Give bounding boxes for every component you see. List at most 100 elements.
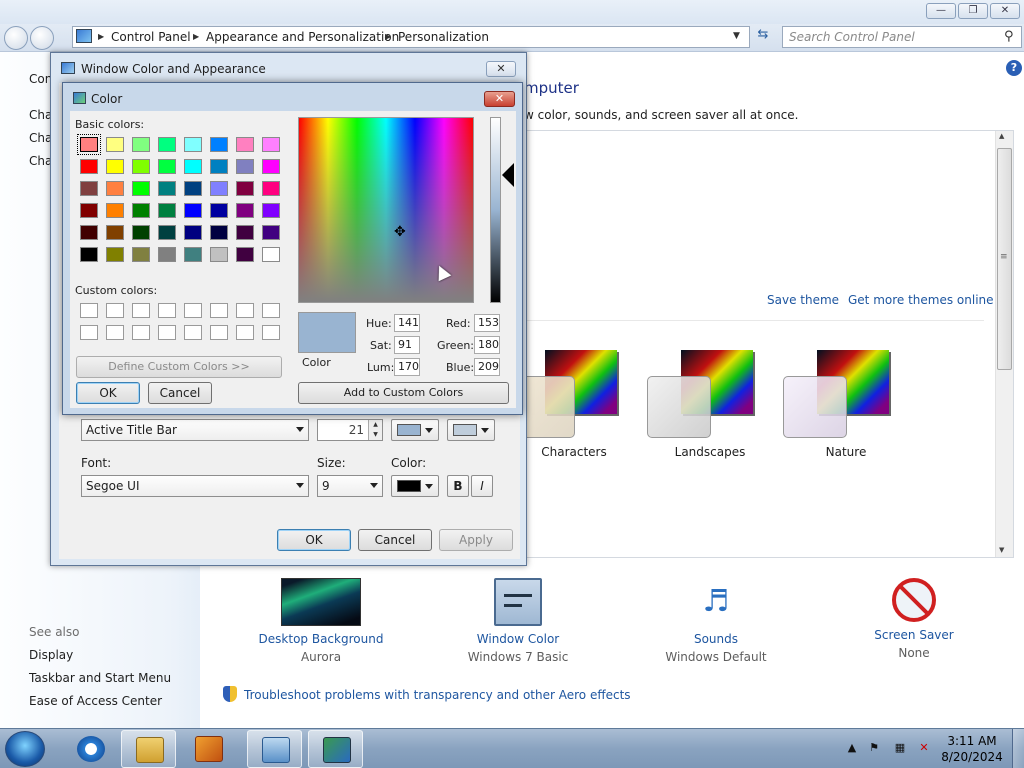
cancel-button[interactable]: Cancel xyxy=(358,529,432,551)
taskbar-clock[interactable]: 3:11 AM 8/20/2024 xyxy=(937,733,1007,765)
theme-landscapes-label[interactable]: Landscapes xyxy=(650,445,770,459)
basic-color-swatch[interactable] xyxy=(158,137,176,152)
color2-button[interactable] xyxy=(447,419,495,441)
basic-color-swatch[interactable] xyxy=(80,247,98,262)
sidebar-item-2[interactable]: Cha xyxy=(29,131,52,145)
close-button[interactable]: ✕ xyxy=(990,3,1020,19)
minimize-button[interactable]: — xyxy=(926,3,956,19)
basic-color-swatch[interactable] xyxy=(106,247,124,262)
close-icon[interactable]: ✕ xyxy=(486,61,516,77)
see-also-taskbar[interactable]: Taskbar and Start Menu xyxy=(29,671,171,685)
custom-color-swatch[interactable] xyxy=(158,303,176,318)
custom-color-swatch[interactable] xyxy=(210,303,228,318)
green-input[interactable]: 180 xyxy=(474,336,500,354)
size-stepper[interactable]: 21 ▲ ▼ xyxy=(317,419,383,441)
basic-color-swatch[interactable] xyxy=(262,203,280,218)
custom-color-swatch[interactable] xyxy=(80,325,98,340)
custom-color-swatch[interactable] xyxy=(210,325,228,340)
custom-color-swatch[interactable] xyxy=(262,303,280,318)
define-custom-colors-button[interactable]: Define Custom Colors >> xyxy=(76,356,282,378)
taskbar-windows-explorer[interactable] xyxy=(121,730,176,768)
basic-color-swatch[interactable] xyxy=(210,247,228,262)
scroll-down-icon[interactable]: ▼ xyxy=(999,546,1004,554)
basic-color-swatch[interactable] xyxy=(184,225,202,240)
chevron-right-icon[interactable]: ▶ xyxy=(193,32,199,41)
basic-color-swatch[interactable] xyxy=(236,137,254,152)
search-icon[interactable]: ⚲ xyxy=(1004,29,1014,44)
basic-color-swatch[interactable] xyxy=(80,225,98,240)
troubleshoot-link[interactable]: Troubleshoot problems with transparency … xyxy=(244,688,631,702)
basic-color-swatch[interactable] xyxy=(106,159,124,174)
custom-color-swatch[interactable] xyxy=(80,303,98,318)
action-center-flag-icon[interactable]: ⚑ xyxy=(867,741,881,755)
spin-down-icon[interactable]: ▼ xyxy=(368,430,382,440)
scroll-up-icon[interactable]: ▲ xyxy=(999,132,1004,140)
item-select[interactable]: Active Title Bar xyxy=(81,419,309,441)
taskbar-control-panel[interactable] xyxy=(247,730,302,768)
see-also-ease-of-access[interactable]: Ease of Access Center xyxy=(29,694,162,708)
basic-color-swatch[interactable] xyxy=(132,137,150,152)
basic-color-swatch[interactable] xyxy=(158,203,176,218)
refresh-icon[interactable]: ⇆ xyxy=(752,27,774,47)
custom-color-swatch[interactable] xyxy=(262,325,280,340)
custom-color-swatch[interactable] xyxy=(106,303,124,318)
custom-color-swatch[interactable] xyxy=(158,325,176,340)
color1-button[interactable] xyxy=(391,419,439,441)
sidebar-control-panel-home[interactable]: Con xyxy=(29,72,52,86)
add-to-custom-colors-button[interactable]: Add to Custom Colors xyxy=(298,382,509,404)
basic-color-swatch[interactable] xyxy=(80,203,98,218)
start-button[interactable] xyxy=(5,731,45,767)
sounds-tile[interactable]: ♬ Sounds Windows Default xyxy=(641,576,791,664)
basic-color-swatch[interactable] xyxy=(210,203,228,218)
save-theme-link[interactable]: Save theme xyxy=(767,293,839,307)
italic-button[interactable]: I xyxy=(471,475,493,497)
basic-color-swatch[interactable] xyxy=(158,225,176,240)
breadcrumb-control-panel[interactable]: Control Panel xyxy=(111,30,191,44)
forward-button[interactable] xyxy=(30,26,54,50)
sidebar-item-3[interactable]: Cha xyxy=(29,154,52,168)
hue-input[interactable]: 141 xyxy=(394,314,420,332)
basic-color-swatch[interactable] xyxy=(158,159,176,174)
help-icon[interactable]: ? xyxy=(1006,60,1022,76)
chevron-down-icon[interactable]: ▼ xyxy=(733,31,740,41)
chevron-right-icon[interactable]: ▶ xyxy=(98,32,104,41)
basic-color-swatch[interactable] xyxy=(184,203,202,218)
basic-color-swatch[interactable] xyxy=(210,181,228,196)
cancel-button[interactable]: Cancel xyxy=(148,382,212,404)
basic-color-swatch[interactable] xyxy=(236,247,254,262)
basic-color-swatch[interactable] xyxy=(132,225,150,240)
basic-color-swatch[interactable] xyxy=(158,247,176,262)
desktop-background-title[interactable]: Desktop Background xyxy=(246,632,396,646)
desktop-background-tile[interactable]: Desktop Background Aurora xyxy=(246,576,396,664)
bold-button[interactable]: B xyxy=(447,475,469,497)
window-color-tile[interactable]: Window Color Windows 7 Basic xyxy=(443,576,593,664)
custom-color-swatch[interactable] xyxy=(184,325,202,340)
basic-color-swatch[interactable] xyxy=(132,247,150,262)
taskbar-internet-explorer[interactable] xyxy=(63,730,118,768)
basic-color-swatch[interactable] xyxy=(184,247,202,262)
ok-button[interactable]: OK xyxy=(76,382,140,404)
sat-input[interactable]: 91 xyxy=(394,336,420,354)
screen-saver-title[interactable]: Screen Saver xyxy=(839,628,989,642)
crosshair-icon[interactable]: ✥ xyxy=(394,224,406,240)
search-input[interactable]: Search Control Panel xyxy=(782,26,1022,48)
basic-color-swatch[interactable] xyxy=(236,225,254,240)
basic-color-swatch[interactable] xyxy=(158,181,176,196)
close-icon[interactable]: ✕ xyxy=(484,91,515,107)
address-bar[interactable]: ▶ Control Panel ▶ Appearance and Persona… xyxy=(72,26,750,48)
breadcrumb-appearance[interactable]: Appearance and Personalization xyxy=(206,30,399,44)
font-select[interactable]: Segoe UI xyxy=(81,475,309,497)
basic-color-swatch[interactable] xyxy=(210,159,228,174)
see-also-display[interactable]: Display xyxy=(29,648,73,662)
basic-color-swatch[interactable] xyxy=(106,225,124,240)
theme-nature-label[interactable]: Nature xyxy=(786,445,906,459)
basic-color-swatch[interactable] xyxy=(236,159,254,174)
basic-color-swatch[interactable] xyxy=(106,203,124,218)
font-color-button[interactable] xyxy=(391,475,439,497)
theme-characters-label[interactable]: Characters xyxy=(514,445,634,459)
custom-color-swatch[interactable] xyxy=(236,303,254,318)
maximize-button[interactable]: ❐ xyxy=(958,3,988,19)
basic-color-swatch[interactable] xyxy=(106,181,124,196)
basic-color-swatch[interactable] xyxy=(236,181,254,196)
taskbar-personalization[interactable] xyxy=(308,730,363,768)
